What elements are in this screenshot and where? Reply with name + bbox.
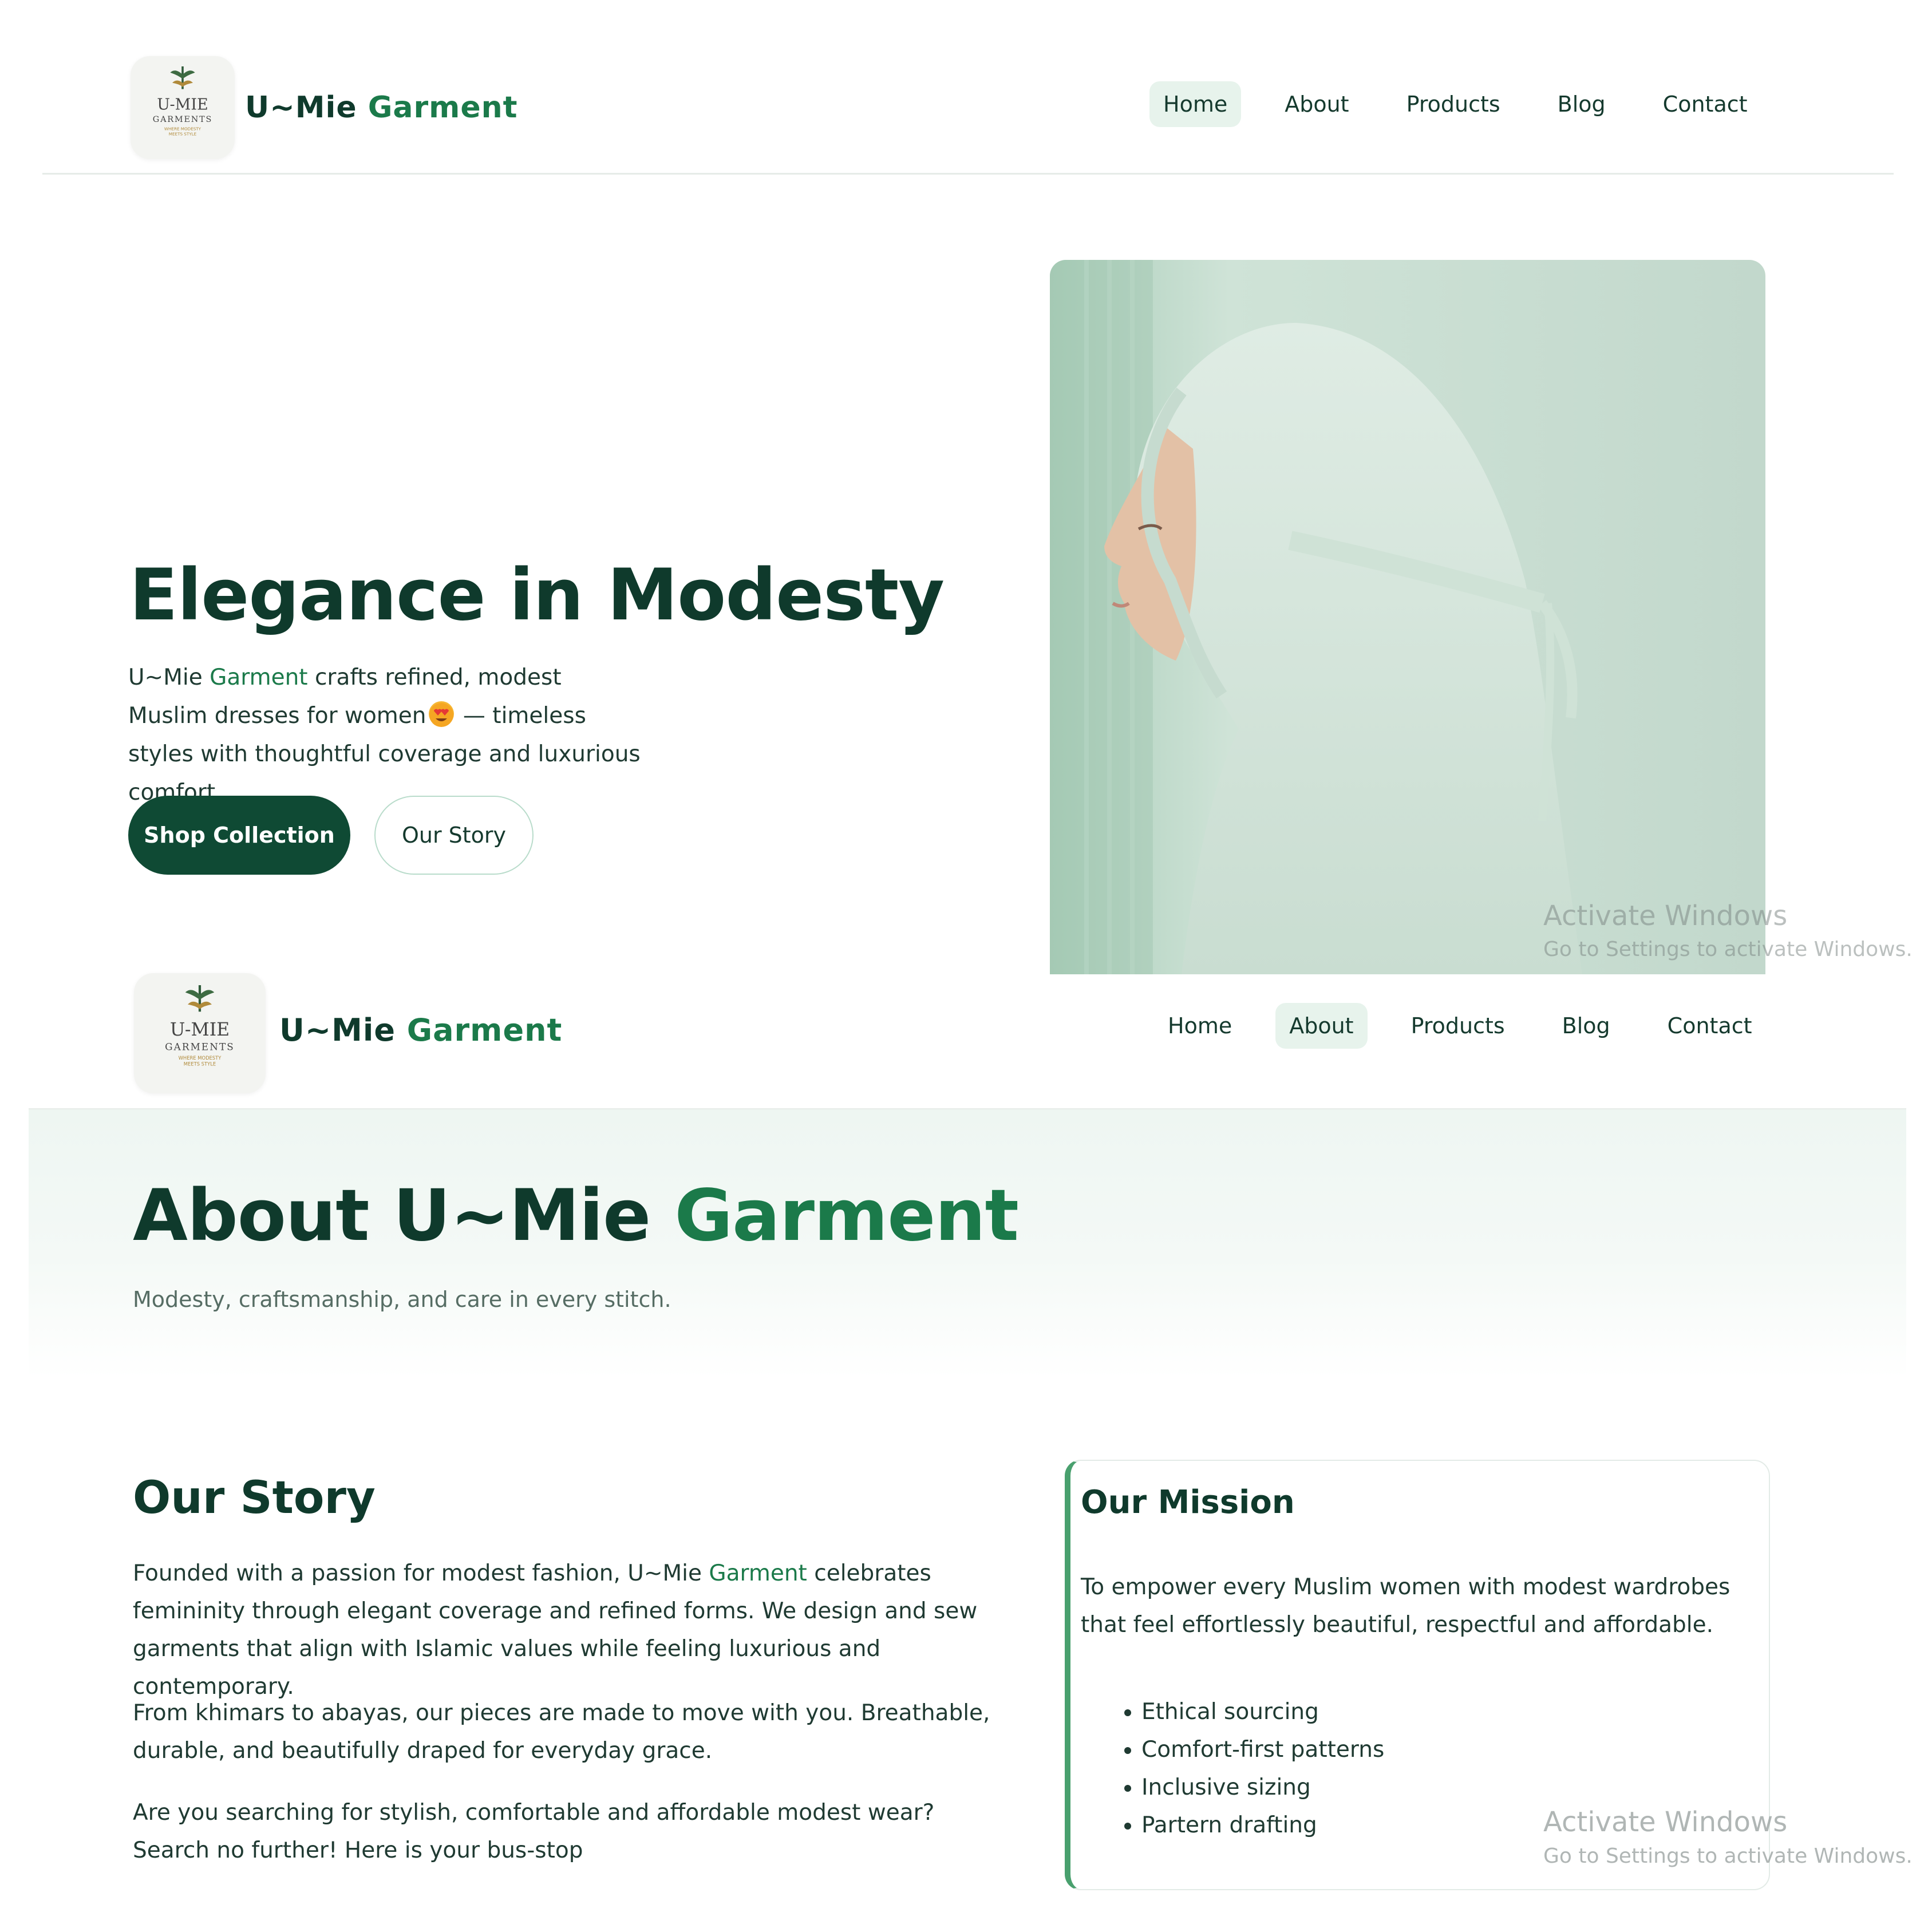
svg-text:GARMENTS: GARMENTS — [153, 115, 212, 124]
story-paragraph-1: Founded with a passion for modest fashio… — [133, 1555, 1009, 1706]
nav-products[interactable]: Products — [1397, 1003, 1519, 1049]
svg-text:MEETS STYLE: MEETS STYLE — [184, 1061, 216, 1067]
story-paragraph-3: Are you searching for stylish, comfortab… — [133, 1800, 935, 1863]
nav-about[interactable]: About — [1275, 1003, 1368, 1049]
brand-name-part2: Garment — [368, 90, 518, 125]
brand-name-part1: U~Mie — [245, 90, 357, 125]
nav-home[interactable]: Home — [1149, 81, 1242, 127]
watermark-line1: Activate Windows — [1543, 900, 1788, 932]
about-title-prefix: About U~Mie — [133, 1175, 675, 1257]
logo-image: U-MIE GARMENTS WHERE MODESTY MEETS STYLE — [153, 66, 212, 137]
heart-eyes-emoji-icon — [428, 701, 454, 727]
about-title-accent: Garment — [674, 1175, 1018, 1257]
nav-blog[interactable]: Blog — [1544, 81, 1619, 127]
hero-desc-accent: Garment — [210, 665, 308, 690]
woman-hijab-photo-icon — [1050, 260, 1765, 974]
mission-list: Ethical sourcing Comfort-first patterns … — [1111, 1693, 1384, 1844]
story-paragraph-2: From khimars to abayas, our pieces are m… — [133, 1700, 990, 1764]
nav-about[interactable]: About — [1271, 81, 1362, 127]
svg-text:WHERE MODESTY: WHERE MODESTY — [179, 1055, 222, 1061]
brand-name-part1: U~Mie — [279, 1012, 396, 1048]
shop-collection-button[interactable]: Shop Collection — [128, 796, 350, 875]
mission-title: Our Mission — [1081, 1484, 1295, 1521]
brand-name-2[interactable]: U~Mie Garment — [279, 1012, 562, 1048]
mission-item: Ethical sourcing — [1141, 1693, 1384, 1731]
story-p1-accent: Garment — [709, 1560, 807, 1586]
watermark-line1: Activate Windows — [1543, 1806, 1788, 1838]
story-title: Our Story — [133, 1472, 376, 1524]
brand-logo-2[interactable]: U-MIE GARMENTS WHERE MODESTY MEETS STYLE — [134, 973, 266, 1093]
our-story-button[interactable]: Our Story — [374, 796, 534, 875]
nav-contact[interactable]: Contact — [1654, 1003, 1766, 1049]
mission-text: To empower every Muslim women with modes… — [1081, 1574, 1730, 1638]
mission-item: Partern drafting — [1141, 1807, 1384, 1844]
story-p1-prefix: Founded with a passion for modest fashio… — [133, 1560, 709, 1586]
nav-products[interactable]: Products — [1393, 81, 1514, 127]
mission-item: Comfort-first patterns — [1141, 1731, 1384, 1769]
svg-text:U-MIE: U-MIE — [170, 1020, 230, 1040]
header-divider — [42, 173, 1894, 175]
nav-home[interactable]: Home — [1154, 1003, 1246, 1049]
main-nav: Home About Products Blog Contact — [1149, 81, 1761, 127]
watermark-line2: Go to Settings to activate Windows. — [1543, 938, 1913, 961]
svg-text:WHERE MODESTY: WHERE MODESTY — [164, 127, 202, 132]
brand-name-part2: Garment — [406, 1012, 563, 1048]
svg-text:GARMENTS: GARMENTS — [165, 1041, 235, 1052]
about-subtitle: Modesty, craftsmanship, and care in ever… — [133, 1287, 671, 1312]
mission-item: Inclusive sizing — [1141, 1769, 1384, 1807]
svg-text:MEETS STYLE: MEETS STYLE — [169, 132, 197, 137]
hero-title: Elegance in Modesty — [129, 554, 945, 637]
hero-image — [1050, 260, 1765, 974]
brand-logo[interactable]: U-MIE GARMENTS WHERE MODESTY MEETS STYLE — [131, 56, 235, 159]
hero-description: U~Mie Garment crafts refined, modest Mus… — [128, 658, 643, 812]
brand-name[interactable]: U~Mie Garment — [245, 90, 518, 125]
main-nav-2: Home About Products Blog Contact — [1154, 1003, 1766, 1049]
logo-image: U-MIE GARMENTS WHERE MODESTY MEETS STYLE — [165, 985, 235, 1067]
svg-text:U-MIE: U-MIE — [157, 96, 208, 114]
about-title: About U~Mie Garment — [133, 1175, 1019, 1257]
nav-contact[interactable]: Contact — [1649, 81, 1761, 127]
nav-blog[interactable]: Blog — [1548, 1003, 1624, 1049]
hero-desc-prefix: U~Mie — [128, 665, 210, 690]
watermark-line2: Go to Settings to activate Windows. — [1543, 1844, 1913, 1868]
